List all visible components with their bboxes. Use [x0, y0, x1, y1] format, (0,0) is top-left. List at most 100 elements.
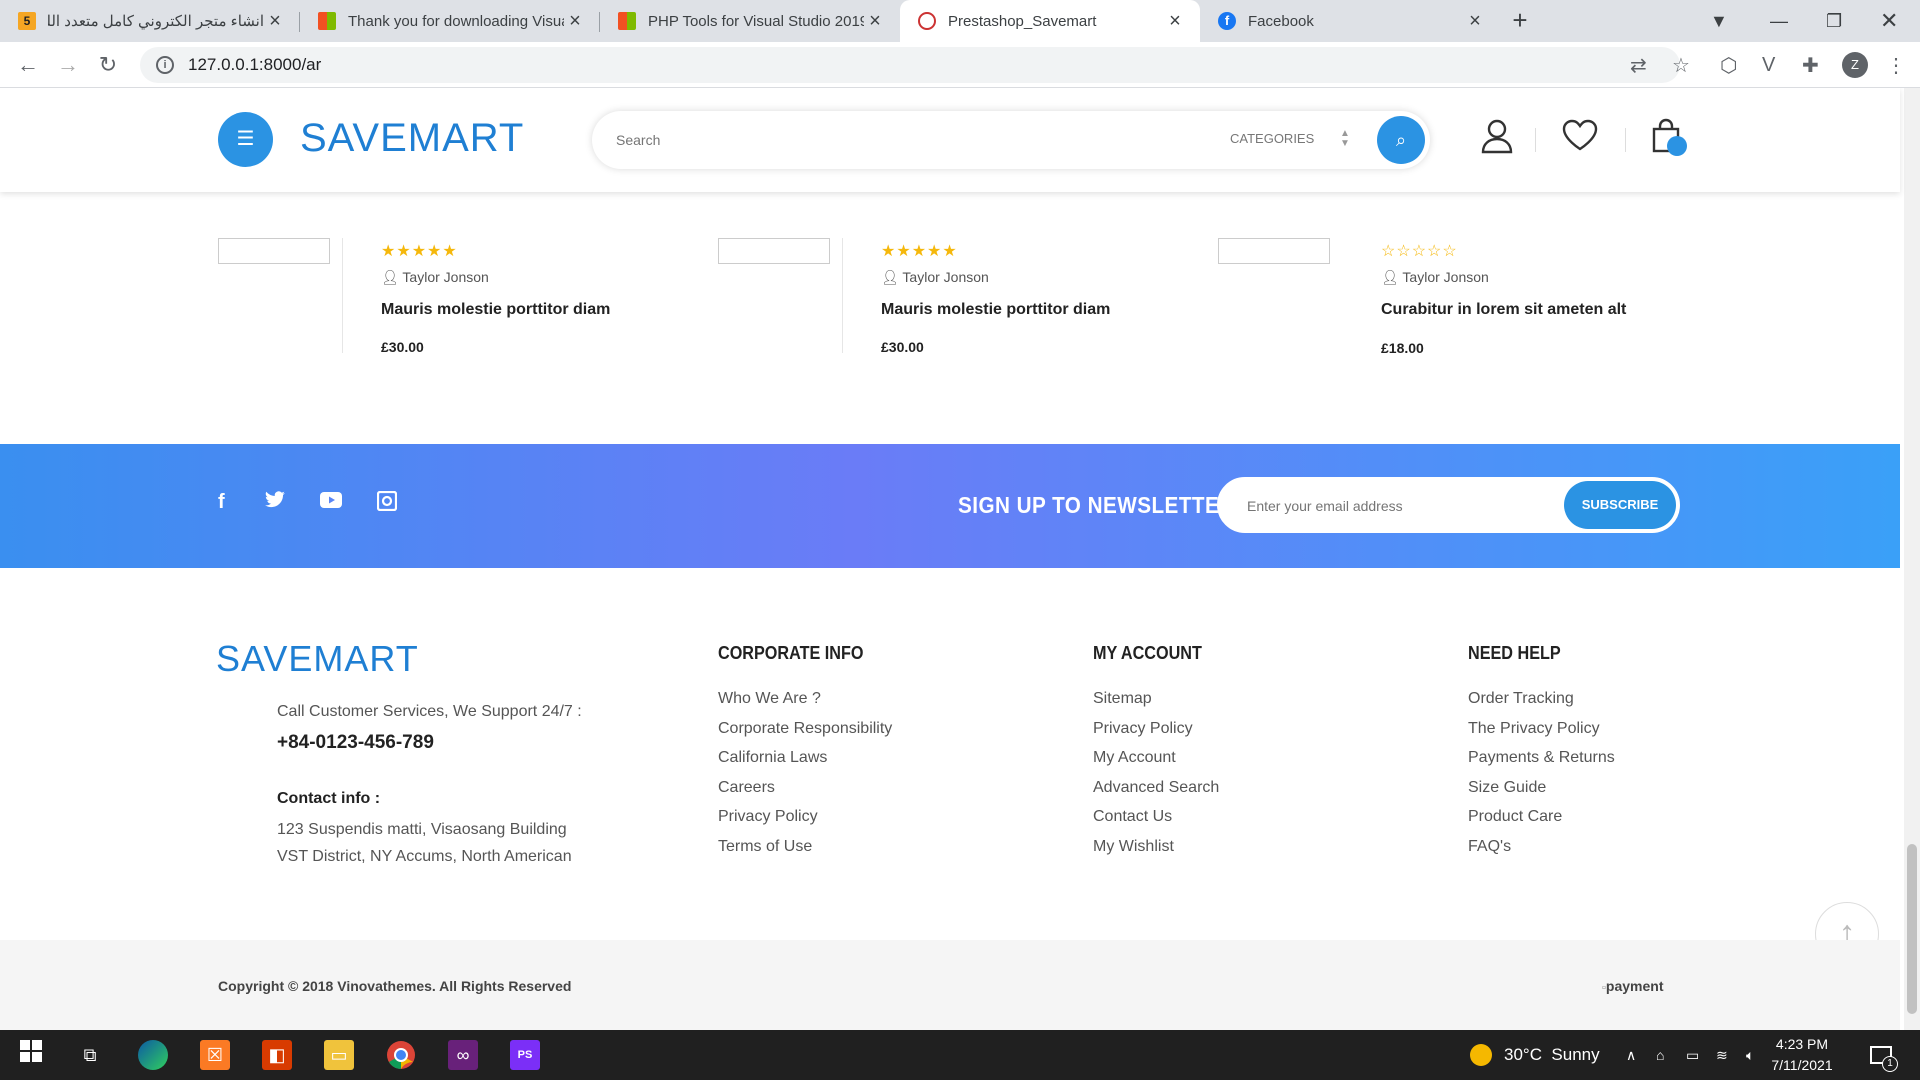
- file-explorer-icon[interactable]: ▭: [324, 1040, 354, 1070]
- browser-tab[interactable]: f Facebook ×: [1200, 0, 1500, 42]
- product-name[interactable]: Curabitur in lorem sit ameten alt: [1381, 301, 1626, 319]
- phpstorm-icon[interactable]: PS: [510, 1040, 540, 1070]
- footer-link[interactable]: FAQ's: [1468, 838, 1615, 868]
- close-tab-icon[interactable]: ×: [1164, 10, 1186, 33]
- footer-link[interactable]: Sitemap: [1093, 690, 1219, 720]
- close-tab-icon[interactable]: ×: [264, 10, 286, 33]
- product-image[interactable]: [718, 238, 830, 264]
- site-logo[interactable]: SAVEMART: [300, 116, 524, 161]
- column-title: CORPORATE INFO: [718, 643, 864, 663]
- tab-title: انشاء متجر الكتروني كامل متعدد اللغ: [48, 13, 264, 30]
- browser-tab[interactable]: PHP Tools for Visual Studio 2019 ×: [600, 0, 900, 42]
- scrollbar-thumb[interactable]: [1907, 844, 1917, 1014]
- footer-link[interactable]: The Privacy Policy: [1468, 720, 1615, 750]
- page-icon: [918, 12, 936, 30]
- windows-start-icon[interactable]: [16, 1040, 46, 1070]
- extension-cube-icon[interactable]: ⬡: [1720, 42, 1737, 88]
- minimize-icon[interactable]: —: [1770, 0, 1788, 42]
- account-icon[interactable]: [1477, 118, 1517, 158]
- tab-search-icon[interactable]: ▼: [1710, 0, 1728, 42]
- footer-link[interactable]: Product Care: [1468, 808, 1615, 838]
- wifi-icon[interactable]: ≋: [1716, 1030, 1728, 1080]
- phone-number: +84-0123-456-789: [277, 732, 434, 753]
- footer-link[interactable]: Contact Us: [1093, 808, 1219, 838]
- browser-menu-icon[interactable]: ⋮: [1886, 42, 1906, 88]
- page-scrollbar[interactable]: [1904, 88, 1920, 1030]
- footer-link[interactable]: Privacy Policy: [718, 808, 892, 838]
- back-icon[interactable]: ←: [8, 52, 48, 78]
- facebook-icon[interactable]: f: [218, 491, 225, 514]
- product-card[interactable]: ☆☆☆☆☆ 👤︎ Taylor Jonson Curabitur in lore…: [1218, 238, 1698, 368]
- youtube-icon[interactable]: [320, 491, 342, 514]
- chrome-icon[interactable]: [386, 1040, 416, 1070]
- tab-title: Prestashop_Savemart: [948, 12, 1097, 30]
- close-tab-icon[interactable]: ×: [1464, 10, 1486, 33]
- twitter-icon[interactable]: [264, 491, 286, 515]
- footer-link[interactable]: Payments & Returns: [1468, 749, 1615, 779]
- browser-tab[interactable]: 5 انشاء متجر الكتروني كامل متعدد اللغ ×: [0, 0, 300, 42]
- footer-link[interactable]: Who We Are ?: [718, 690, 892, 720]
- footer-logo[interactable]: SAVEMART: [216, 638, 419, 680]
- close-tab-icon[interactable]: ×: [564, 10, 586, 33]
- notifications-icon[interactable]: 1: [1870, 1030, 1898, 1080]
- visual-studio-icon[interactable]: ∞: [448, 1040, 478, 1070]
- translate-icon[interactable]: ⇄: [1630, 42, 1647, 88]
- product-card[interactable]: ★★★★★ 👤︎ Taylor Jonson Mauris molestie p…: [218, 238, 698, 368]
- restore-icon[interactable]: ❐: [1826, 0, 1842, 42]
- show-hidden-icons[interactable]: ∧: [1626, 1030, 1636, 1080]
- extensions-puzzle-icon[interactable]: ✚: [1802, 42, 1819, 88]
- product-image[interactable]: [1218, 238, 1330, 264]
- product-name[interactable]: Mauris molestie porttitor diam: [381, 301, 610, 319]
- xampp-icon[interactable]: ☒: [200, 1040, 230, 1070]
- search-bar: CATEGORIES ▲▼ ⌕: [592, 111, 1430, 169]
- email-input[interactable]: [1247, 493, 1547, 519]
- menu-button[interactable]: ☰: [218, 112, 273, 167]
- instagram-icon[interactable]: [376, 490, 398, 517]
- new-tab-button[interactable]: +: [1500, 0, 1540, 42]
- footer-link[interactable]: Corporate Responsibility: [718, 720, 892, 750]
- notification-count: 1: [1882, 1056, 1898, 1072]
- product-image[interactable]: [218, 238, 330, 264]
- forward-icon[interactable]: →: [48, 52, 88, 78]
- battery-icon[interactable]: ▭: [1686, 1030, 1699, 1080]
- bookmark-star-icon[interactable]: ☆: [1672, 42, 1690, 88]
- wishlist-heart-icon[interactable]: [1560, 118, 1600, 158]
- volume-icon[interactable]: 🔈︎: [1746, 1030, 1754, 1080]
- browser-tab-active[interactable]: Prestashop_Savemart ×: [900, 0, 1200, 42]
- profile-avatar[interactable]: Z: [1842, 42, 1868, 88]
- sun-icon: [1470, 1044, 1492, 1066]
- footer-column-help: NEED HELP Order Tracking The Privacy Pol…: [1468, 643, 1615, 868]
- browser-tab[interactable]: Thank you for downloading Visual ×: [300, 0, 600, 42]
- footer-link[interactable]: Careers: [718, 779, 892, 809]
- search-input[interactable]: [616, 125, 1176, 155]
- edge-icon[interactable]: [138, 1040, 168, 1070]
- product-card[interactable]: ★★★★★ 👤︎ Taylor Jonson Mauris molestie p…: [718, 238, 1198, 368]
- footer-link[interactable]: Terms of Use: [718, 838, 892, 868]
- microsoft-icon: [618, 12, 636, 30]
- footer-link[interactable]: California Laws: [718, 749, 892, 779]
- footer-link[interactable]: Size Guide: [1468, 779, 1615, 809]
- reload-icon[interactable]: ↻: [88, 52, 128, 78]
- author-name: Taylor Jonson: [402, 269, 489, 285]
- author-name: Taylor Jonson: [902, 269, 989, 285]
- subscribe-button[interactable]: SUBSCRIBE: [1564, 481, 1676, 529]
- close-tab-icon[interactable]: ×: [864, 10, 886, 33]
- weather-widget[interactable]: 30°C Sunny: [1470, 1030, 1600, 1080]
- product-name[interactable]: Mauris molestie porttitor diam: [881, 301, 1110, 319]
- url-field[interactable]: i 127.0.0.1:8000/ar: [140, 47, 1680, 83]
- product-price: £30.00: [381, 339, 424, 355]
- footer-link[interactable]: My Account: [1093, 749, 1219, 779]
- search-button[interactable]: ⌕: [1377, 116, 1425, 164]
- footer-link[interactable]: Privacy Policy: [1093, 720, 1219, 750]
- close-window-icon[interactable]: ✕: [1880, 0, 1898, 42]
- footer-link[interactable]: Order Tracking: [1468, 690, 1615, 720]
- task-view-icon[interactable]: ⧉: [75, 1040, 105, 1070]
- system-clock[interactable]: 4:23 PM 7/11/2021: [1760, 1034, 1844, 1076]
- footer-link[interactable]: Advanced Search: [1093, 779, 1219, 809]
- vue-extension-icon[interactable]: V: [1762, 42, 1775, 88]
- office-icon[interactable]: ◧: [262, 1040, 292, 1070]
- footer-link[interactable]: My Wishlist: [1093, 838, 1219, 868]
- network-icon[interactable]: ⌂: [1656, 1030, 1664, 1080]
- info-icon[interactable]: i: [156, 56, 174, 74]
- categories-select[interactable]: CATEGORIES: [1230, 131, 1314, 146]
